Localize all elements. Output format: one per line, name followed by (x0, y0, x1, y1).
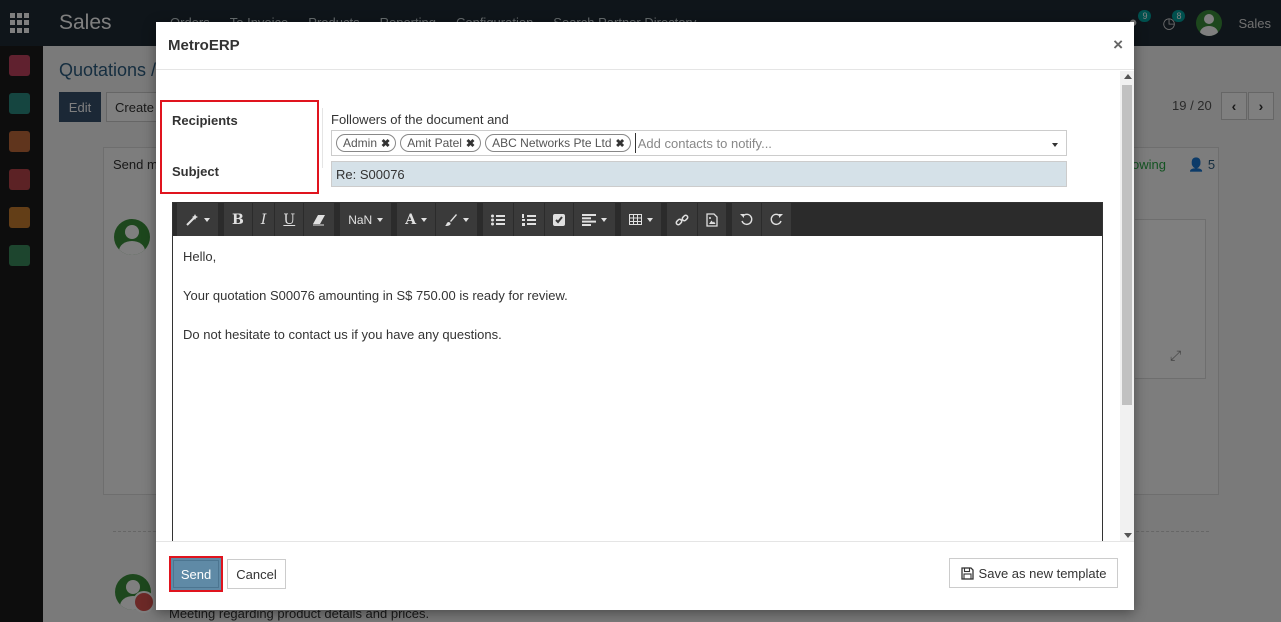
recipients-label: Recipients (172, 113, 238, 128)
paint-brush-icon (445, 213, 458, 226)
italic-button[interactable]: I (252, 203, 276, 236)
scroll-thumb[interactable] (1122, 85, 1132, 405)
label-divider (322, 108, 323, 168)
redo-icon (770, 213, 784, 226)
style-dropdown[interactable] (177, 203, 219, 236)
body-quotation-line: Your quotation S00076 amounting in S$ 75… (183, 288, 568, 303)
checklist-button[interactable] (545, 203, 575, 236)
image-icon (706, 212, 718, 227)
font-size-dropdown[interactable]: NaN (340, 203, 393, 236)
send-button[interactable]: Send (169, 556, 223, 592)
checkbox-icon (553, 213, 566, 226)
recipient-tag-admin: Admin ✖ (336, 134, 397, 152)
scroll-up-arrow[interactable] (1124, 74, 1132, 79)
recipient-tag-amit-patel: Amit Patel ✖ (400, 134, 482, 152)
underline-button[interactable]: U (275, 203, 305, 236)
magic-wand-icon (186, 213, 198, 226)
remove-tag-icon[interactable]: ✖ (381, 137, 390, 150)
font-size-value: NaN (348, 212, 373, 227)
bullet-list-button[interactable] (483, 203, 515, 236)
recipient-tag-label: Amit Patel (407, 136, 462, 150)
insert-image-button[interactable] (698, 203, 728, 236)
undo-icon (740, 213, 753, 226)
save-as-template-label: Save as new template (978, 565, 1107, 581)
close-icon[interactable]: × (1113, 35, 1123, 55)
modal-scrollbar[interactable] (1120, 71, 1134, 541)
bullet-list-icon (491, 214, 506, 225)
table-dropdown[interactable] (621, 203, 663, 236)
insert-link-button[interactable] (667, 203, 699, 236)
chevron-down-icon[interactable] (1052, 143, 1058, 147)
numbered-list-icon (522, 213, 537, 226)
highlight-color-dropdown[interactable] (436, 203, 479, 236)
save-as-template-button[interactable]: Save as new template (949, 558, 1118, 588)
body-closing-line: Do not hesitate to contact us if you hav… (183, 327, 502, 342)
scroll-down-arrow[interactable] (1124, 533, 1132, 538)
compose-email-dialog: MetroERP × Recipients Subject Followers … (156, 22, 1134, 610)
bold-button[interactable]: B (224, 203, 253, 236)
recipient-tag-abc-networks: ABC Networks Pte Ltd ✖ (485, 134, 631, 152)
undo-button[interactable] (732, 203, 763, 236)
link-icon (675, 214, 689, 225)
subject-label: Subject (172, 164, 219, 179)
recipient-tag-label: ABC Networks Pte Ltd (492, 136, 612, 150)
modal-title: MetroERP (168, 37, 240, 54)
font-color-dropdown[interactable]: A (397, 203, 437, 236)
remove-tag-icon[interactable]: ✖ (616, 137, 625, 150)
recipient-tag-label: Admin (343, 136, 378, 150)
modal-footer: Send Cancel Save as new template (156, 541, 1134, 610)
recipients-input[interactable] (634, 133, 1066, 153)
followers-text: Followers of the document and (331, 112, 509, 127)
align-left-icon (582, 213, 597, 226)
modal-body: Recipients Subject Followers of the docu… (156, 71, 1134, 541)
paragraph-align-dropdown[interactable] (574, 203, 617, 236)
editor-toolbar: B I U NaN A (173, 203, 1102, 236)
remove-tag-icon[interactable]: ✖ (466, 137, 475, 150)
modal-header: MetroERP × (156, 22, 1134, 70)
cancel-button[interactable]: Cancel (227, 559, 286, 589)
floppy-disk-icon (960, 566, 974, 580)
table-icon (629, 214, 643, 225)
body-greeting: Hello, (183, 249, 217, 264)
eraser-icon (313, 214, 326, 225)
clear-format-button[interactable] (304, 203, 336, 236)
font-color-value: A (405, 211, 417, 228)
subject-input[interactable] (331, 161, 1067, 187)
rich-text-editor: B I U NaN A Hello, Your quotation S00076… (172, 202, 1103, 541)
numbered-list-button[interactable] (514, 203, 546, 236)
redo-button[interactable] (762, 203, 793, 236)
email-body[interactable]: Hello, Your quotation S00076 amounting i… (183, 249, 1083, 366)
send-button-label: Send (173, 560, 219, 588)
recipients-field[interactable]: Admin ✖ Amit Patel ✖ ABC Networks Pte Lt… (331, 130, 1067, 156)
